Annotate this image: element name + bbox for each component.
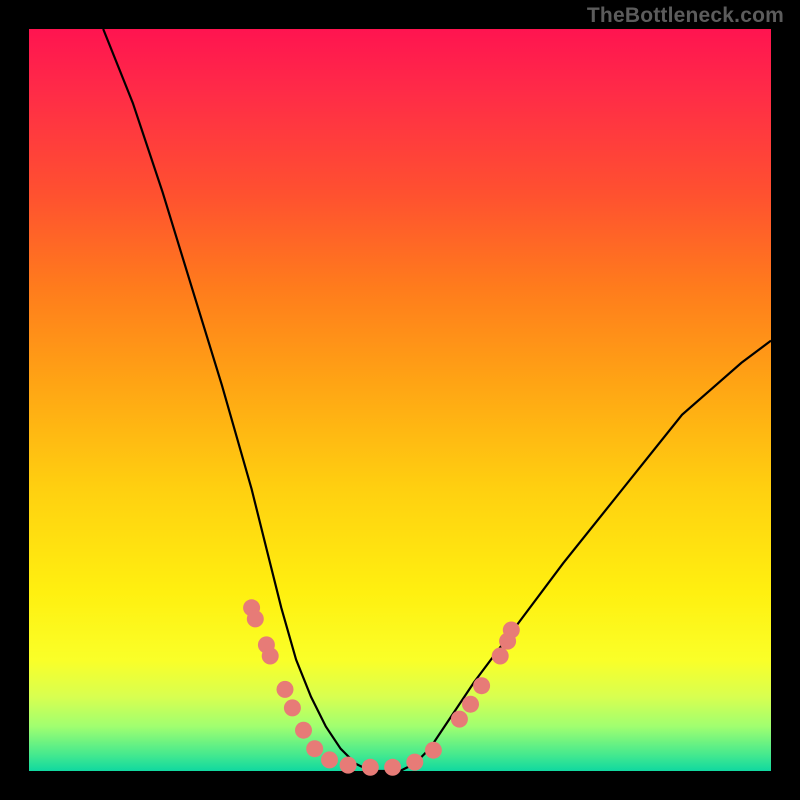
data-marker (321, 751, 338, 768)
data-marker (462, 696, 479, 713)
chart-stage: TheBottleneck.com (0, 0, 800, 800)
bottleneck-curve (103, 29, 771, 771)
data-marker (451, 711, 468, 728)
data-marker (277, 681, 294, 698)
data-marker (473, 677, 490, 694)
marker-group (243, 599, 520, 776)
data-marker (425, 742, 442, 759)
data-marker (284, 699, 301, 716)
watermark-text: TheBottleneck.com (587, 4, 784, 28)
data-marker (362, 759, 379, 776)
data-marker (306, 740, 323, 757)
data-marker (384, 759, 401, 776)
data-marker (406, 754, 423, 771)
data-marker (295, 722, 312, 739)
data-marker (503, 622, 520, 639)
chart-svg (29, 29, 771, 771)
plot-area (29, 29, 771, 771)
data-marker (247, 610, 264, 627)
data-marker (492, 648, 509, 665)
data-marker (340, 757, 357, 774)
data-marker (262, 648, 279, 665)
